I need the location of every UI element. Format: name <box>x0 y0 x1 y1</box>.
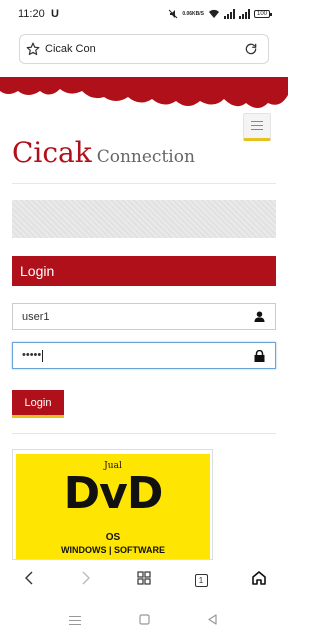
ad-placeholder <box>12 200 276 238</box>
status-time: 11:20 <box>18 8 45 20</box>
header-banner <box>0 77 288 108</box>
home-button[interactable] <box>247 568 271 592</box>
battery-level: 100 <box>256 11 267 17</box>
signal-icon <box>224 9 235 19</box>
menu-lines-icon <box>69 612 81 630</box>
user-icon <box>251 309 267 325</box>
browser-toolbar: 1 <box>0 560 288 600</box>
lock-icon <box>251 348 267 364</box>
banner-os-text: OS <box>105 532 121 543</box>
logo-main-text: Cicak <box>12 136 92 169</box>
login-heading: Login <box>12 256 276 286</box>
chevron-left-icon <box>24 571 34 590</box>
divider <box>12 183 276 184</box>
battery-icon: 100 <box>254 10 272 18</box>
back-button[interactable] <box>17 568 41 592</box>
banner-title: DvD <box>63 468 164 519</box>
home-icon <box>251 570 267 591</box>
username-value[interactable]: user1 <box>13 311 251 323</box>
dvd-banner-image: Jual DvD OS WINDOWS | SOFTWARE <box>16 454 210 559</box>
grid-icon <box>137 570 151 590</box>
dvd-banner[interactable]: Jual DvD OS WINDOWS | SOFTWARE <box>12 449 213 560</box>
status-icons: 0.06 KB/S 100 <box>168 7 272 21</box>
password-dots: ••••• <box>22 349 42 362</box>
logo-sub-text: Connection <box>96 147 195 167</box>
site-logo[interactable]: Cicak Connection <box>12 136 195 169</box>
menu-button[interactable] <box>243 113 271 141</box>
username-field[interactable]: user1 <box>12 303 276 330</box>
system-back-button[interactable] <box>205 614 219 628</box>
carrier-indicator: U <box>51 8 59 20</box>
text-caret <box>42 349 44 362</box>
reload-icon[interactable] <box>244 42 258 56</box>
square-icon <box>138 612 150 630</box>
address-bar[interactable]: Cicak Con <box>19 34 269 64</box>
forward-button[interactable] <box>74 568 98 592</box>
hamburger-icon <box>251 117 263 135</box>
speed-unit: KB/S <box>192 10 204 17</box>
star-icon[interactable] <box>26 42 40 56</box>
banner-subtitle: WINDOWS | SOFTWARE <box>60 545 165 555</box>
password-field[interactable]: ••••• <box>12 342 276 369</box>
recent-apps-button[interactable] <box>68 614 82 628</box>
tab-count-icon: 1 <box>194 573 208 587</box>
tabs-button[interactable]: 1 <box>189 568 213 592</box>
speed-value: 0.06 <box>182 10 193 17</box>
chevron-right-icon <box>81 571 91 590</box>
system-nav-bar <box>0 600 288 640</box>
system-home-button[interactable] <box>137 614 151 628</box>
divider <box>12 433 276 434</box>
apps-button[interactable] <box>132 568 156 592</box>
login-button[interactable]: Login <box>12 390 64 418</box>
wifi-icon <box>208 9 220 19</box>
mute-icon <box>168 9 178 19</box>
url-text[interactable]: Cicak Con <box>45 43 244 55</box>
signal-icon-2 <box>239 9 250 19</box>
network-speed: 0.06 KB/S <box>182 10 204 17</box>
password-value[interactable]: ••••• <box>13 349 251 362</box>
triangle-back-icon <box>207 612 218 630</box>
status-bar: 11:20 U 0.06 KB/S 100 <box>0 0 288 28</box>
